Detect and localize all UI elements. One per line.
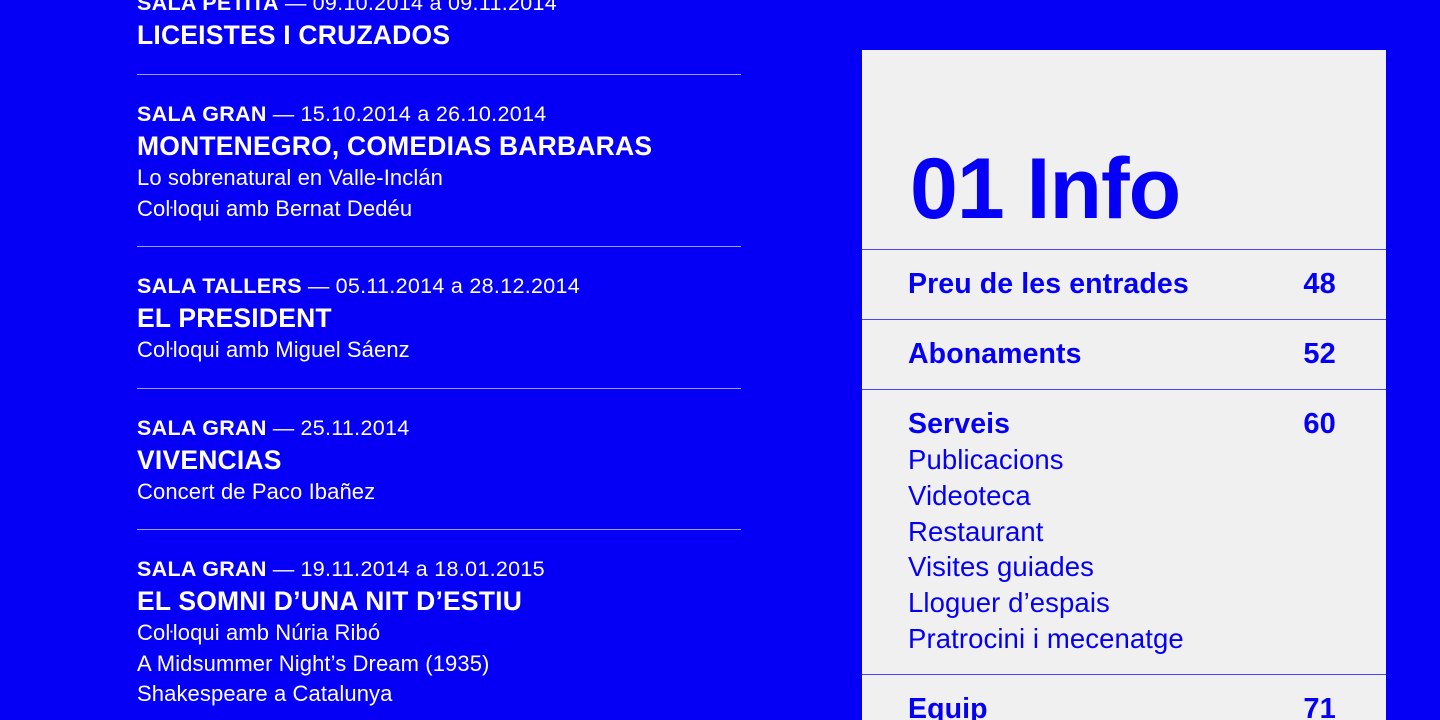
index-row-page-number: 48 bbox=[1303, 268, 1336, 300]
event-dash: — bbox=[301, 274, 336, 298]
event-venue: SALA GRAN bbox=[137, 415, 267, 440]
event-dash: — bbox=[266, 557, 301, 581]
index-row[interactable]: Abonaments 52 bbox=[862, 319, 1386, 389]
index-row-label: Abonaments bbox=[908, 338, 1082, 370]
event-entry: SALA GRAN — 19.11.2014 a 18.01.2015 EL SO… bbox=[137, 554, 741, 710]
event-subtitle: Coŀloqui amb Miguel Sáenz bbox=[137, 337, 410, 362]
event-subtitle: Coŀloqui amb Bernat Dedéu bbox=[137, 195, 413, 221]
index-row[interactable]: Preu de les entrades 48 bbox=[862, 249, 1386, 319]
event-entry: SALA TALLERS — 05.11.2014 a 28.12.2014 EL… bbox=[137, 271, 741, 366]
event-title: EL PRESIDENT bbox=[137, 303, 332, 333]
index-row-page-number: 60 bbox=[1303, 408, 1336, 440]
event-venue: SALA PETITA bbox=[137, 0, 279, 15]
index-subitem[interactable]: Pratrocini i mecenatge bbox=[908, 621, 1336, 657]
event-venue: SALA GRAN bbox=[137, 102, 267, 126]
event-title: EL SOMNI D’UNA NIT D’ESTIU bbox=[137, 586, 523, 616]
index-row-sublist: Publicacions Videoteca Restaurant Visites g… bbox=[908, 442, 1336, 657]
event-venue: SALA TALLERS bbox=[137, 274, 302, 298]
event-divider bbox=[137, 529, 741, 530]
info-panel-title: 01 Info bbox=[910, 141, 1181, 237]
info-index-panel: 01 Info Preu de les entrades 48 Abonaments… bbox=[862, 50, 1386, 720]
event-dash: — bbox=[278, 0, 313, 15]
index-row-page-number: 71 bbox=[1303, 692, 1336, 720]
event-dates: 09.10.2014 a 09.11.2014 bbox=[312, 0, 558, 15]
event-dates: 19.11.2014 a 18.01.2015 bbox=[300, 557, 545, 581]
event-meta: SALA GRAN — 19.11.2014 a 18.01.2015 bbox=[137, 554, 741, 584]
index-row-head[interactable]: Preu de les entrades 48 bbox=[908, 267, 1336, 302]
event-meta: SALA GRAN — 15.10.2014 a 26.10.2014 bbox=[137, 99, 741, 129]
event-subtitle: Shakespeare a Catalunya bbox=[137, 681, 393, 706]
index-row[interactable]: Equip 71 bbox=[862, 673, 1386, 720]
index-row-label: Serveis bbox=[908, 408, 1011, 440]
event-subtitle: A Midsummer Night’s Dream (1935) bbox=[137, 650, 490, 676]
index-row[interactable]: Serveis 60 Publicacions Videoteca Restaurant… bbox=[862, 389, 1386, 674]
index-row-label: Equip bbox=[908, 692, 988, 720]
event-entry: SALA PETITA — 09.10.2014 a 09.11.2014 LIC… bbox=[137, 0, 741, 52]
event-dash: — bbox=[266, 415, 301, 440]
event-subtitle: Concert de Paco Ibañez bbox=[137, 478, 376, 504]
index-row-page-number: 52 bbox=[1303, 338, 1336, 370]
event-divider bbox=[137, 74, 741, 75]
event-title: VIVENCIAS bbox=[137, 444, 282, 475]
event-subtitle: Lo sobrenatural en Valle-Inclán bbox=[137, 165, 443, 190]
index-row-head[interactable]: Abonaments 52 bbox=[908, 337, 1336, 372]
event-divider bbox=[137, 387, 741, 389]
index-row-head[interactable]: Equip 71 bbox=[908, 692, 1336, 720]
event-meta: SALA PETITA — 09.10.2014 a 09.11.2014 bbox=[137, 0, 741, 18]
index-subitem[interactable]: Publicacions bbox=[908, 442, 1336, 478]
event-title: MONTENEGRO, COMEDIAS BARBARAS bbox=[137, 131, 653, 161]
index-row-head[interactable]: Serveis 60 bbox=[908, 407, 1336, 442]
event-dates: 05.11.2014 a 28.12.2014 bbox=[335, 274, 581, 298]
info-index-rows: Preu de les entrades 48 Abonaments 52 Servei… bbox=[862, 249, 1386, 720]
event-entry: SALA GRAN — 15.10.2014 a 26.10.2014 MONTE… bbox=[137, 99, 741, 224]
event-dash: — bbox=[266, 102, 301, 126]
event-title: LICEISTES I CRUZADOS bbox=[137, 20, 451, 50]
event-divider bbox=[137, 246, 741, 247]
index-subitem[interactable]: Visites guiades bbox=[908, 549, 1336, 585]
event-dates: 25.11.2014 bbox=[300, 415, 410, 440]
event-entry: SALA GRAN — 25.11.2014 VIVENCIAS Concert d… bbox=[137, 413, 741, 508]
index-subitem[interactable]: Restaurant bbox=[908, 514, 1336, 550]
event-dates: 15.10.2014 a 26.10.2014 bbox=[300, 102, 547, 126]
programme-listing: SALA PETITA — 09.10.2014 a 09.11.2014 LIC… bbox=[137, 0, 741, 710]
event-subtitle: Coŀloqui amb Núria Ribó bbox=[137, 620, 381, 645]
index-subitem[interactable]: Videoteca bbox=[908, 478, 1336, 514]
event-meta: SALA GRAN — 25.11.2014 bbox=[137, 413, 741, 443]
info-panel-header: 01 Info bbox=[862, 50, 1386, 249]
event-meta: SALA TALLERS — 05.11.2014 a 28.12.2014 bbox=[137, 271, 741, 301]
index-row-label: Preu de les entrades bbox=[908, 268, 1189, 300]
index-subitem[interactable]: Lloguer d’espais bbox=[908, 585, 1336, 621]
event-venue: SALA GRAN bbox=[137, 557, 267, 581]
